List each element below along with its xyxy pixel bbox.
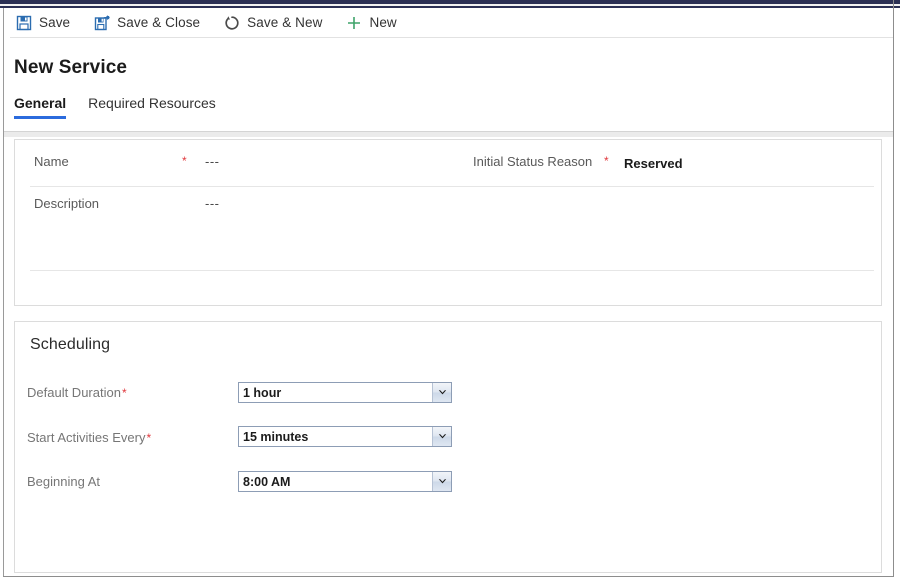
plus-icon [345,14,362,31]
tab-strip: General Required Resources [14,95,238,119]
description-field-label-wrap: Description [34,196,99,211]
command-bar: Save Save & Close Save & New New [4,8,893,37]
description-field-value-wrap[interactable]: --- [205,196,220,211]
initial-status-reason-required-indicator: * [604,155,609,167]
tab-general[interactable]: General [14,95,67,119]
save-and-close-button[interactable]: Save & Close [93,8,209,37]
window-right-border [893,0,894,577]
name-field-value: --- [205,154,220,169]
save-and-new-button-label: Save & New [247,15,323,30]
name-field-value-wrap[interactable]: --- [205,154,220,169]
beginning-at-label: Beginning At [27,474,101,489]
initial-status-reason-label-wrap: Initial Status Reason [473,154,592,169]
beginning-at-label-wrap: Beginning At [27,474,101,489]
required-asterisk-icon: * [604,154,609,168]
header-section-separator [4,131,893,137]
beginning-at-value: 8:00 AM [243,474,291,489]
start-activities-every-dropdown[interactable]: 15 minutes [238,426,452,447]
required-asterisk-icon: * [182,154,187,168]
description-field-value: --- [205,196,220,211]
name-field-label: Name [34,154,69,169]
command-bar-divider [10,37,893,38]
name-required-indicator: * [182,155,187,167]
general-panel [14,139,882,306]
save-and-new-icon [223,14,240,31]
chevron-down-icon[interactable] [432,472,451,491]
required-asterisk-icon: * [146,431,152,445]
name-field-label-wrap: Name [34,154,69,169]
initial-status-reason-value: Reserved [624,156,683,171]
page-title: New Service [14,57,128,78]
general-panel-divider-1 [30,186,874,187]
window-left-border [3,8,4,576]
save-and-new-button[interactable]: Save & New [223,8,331,37]
save-and-close-icon [93,14,110,31]
chevron-down-icon[interactable] [432,427,451,446]
default-duration-label-wrap: Default Duration* [27,385,127,400]
required-asterisk-icon: * [121,386,127,400]
service-form-window: Save Save & Close Save & New New New Ser… [0,0,900,584]
default-duration-value: 1 hour [243,385,282,400]
tab-general-label: General [14,95,67,111]
new-button-label: New [369,15,397,30]
scheduling-panel [14,321,882,573]
initial-status-reason-value-wrap[interactable]: Reserved [624,156,683,171]
save-button[interactable]: Save [15,8,79,37]
start-activities-every-value: 15 minutes [243,429,309,444]
beginning-at-dropdown[interactable]: 8:00 AM [238,471,452,492]
new-button[interactable]: New [345,8,405,37]
default-duration-dropdown[interactable]: 1 hour [238,382,452,403]
general-panel-divider-2 [30,270,874,271]
description-field-label: Description [34,196,100,211]
window-bottom-border [3,576,894,577]
tab-required-resources-label: Required Resources [88,95,216,111]
start-activities-every-label-wrap: Start Activities Every* [27,430,151,445]
scheduling-section-title: Scheduling [30,336,111,353]
default-duration-label: Default Duration [27,385,121,400]
chevron-down-icon[interactable] [432,383,451,402]
start-activities-every-label: Start Activities Every [27,430,146,445]
initial-status-reason-label: Initial Status Reason [473,154,593,169]
save-icon [15,14,32,31]
save-button-label: Save [39,15,71,30]
save-and-close-button-label: Save & Close [117,15,201,30]
tab-required-resources[interactable]: Required Resources [88,95,216,119]
